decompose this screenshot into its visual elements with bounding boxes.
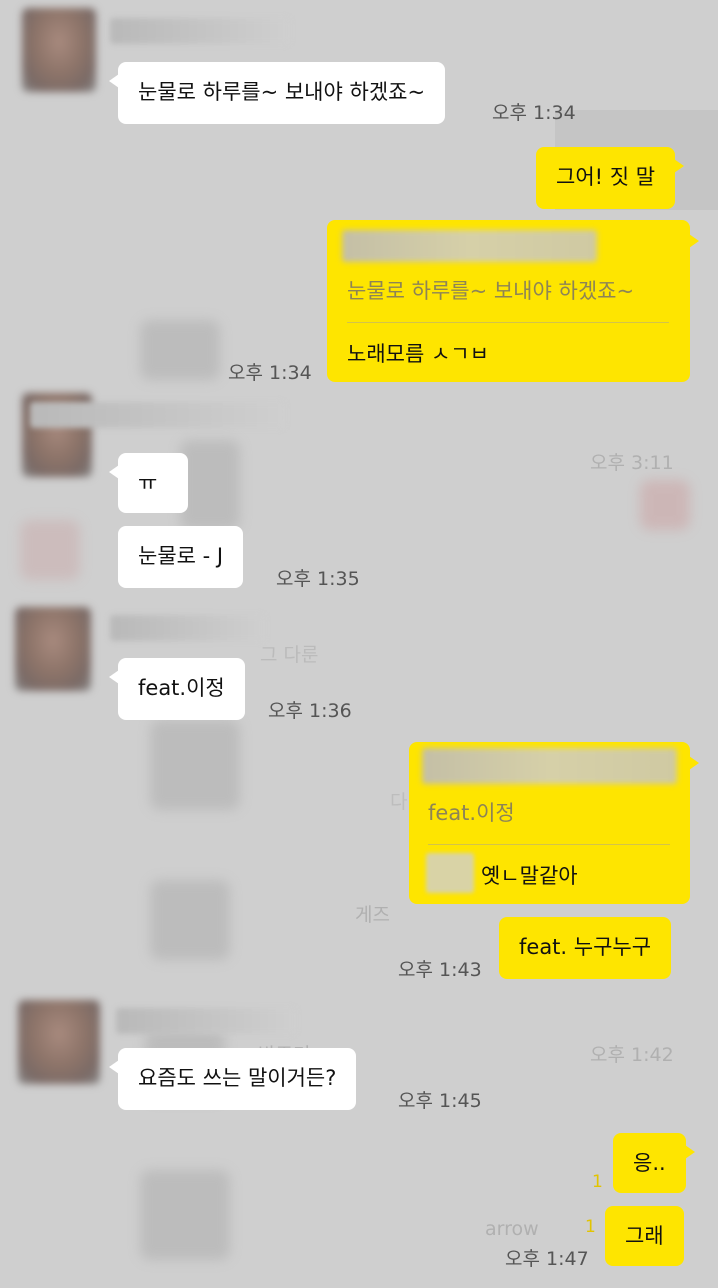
message-time: 오후 1:47	[505, 1248, 589, 1270]
message-bubble[interactable]: 눈물로 하루를~ 보내야 하겠죠~	[108, 62, 446, 124]
unread-count: 1	[592, 1172, 603, 1192]
reply-divider	[347, 322, 669, 323]
my-message-bubble[interactable]: 그어! 짓 말	[536, 147, 685, 209]
background-label-1: 오후 3:11	[590, 452, 674, 474]
background-blur-3	[180, 440, 240, 530]
message-bubble[interactable]: 요즘도 쓰는 말이거든?	[108, 1048, 357, 1110]
reply-message-card[interactable]: 눈물로 하루를~ 보내야 하겠죠~ 노래모름 ㅅㄱㅂ	[327, 220, 699, 382]
message-time: 오후 1:34	[228, 362, 312, 384]
message-time: 오후 1:43	[398, 959, 482, 981]
background-label-5: 게즈	[355, 904, 390, 926]
background-label-2: 오후 1:42	[590, 1044, 674, 1066]
background-blur-5	[150, 880, 230, 960]
quoted-message-text: feat.이정	[428, 801, 515, 825]
message-bubble[interactable]: feat.이정	[109, 658, 245, 720]
avatar[interactable]	[22, 8, 96, 92]
background-label-3: arrow	[485, 1218, 539, 1240]
background-blur-1	[140, 320, 220, 380]
blurred-text	[426, 853, 474, 893]
my-message-bubble[interactable]: 그래	[605, 1206, 684, 1266]
background-blur-7	[140, 1170, 230, 1260]
reply-message-text: 옛ㄴ말같아	[481, 864, 578, 888]
message-bubble[interactable]: ㅠ	[109, 453, 188, 513]
sender-name	[116, 1008, 296, 1034]
reply-message-card[interactable]: feat.이정 옛ㄴ말같아	[409, 742, 699, 904]
unread-count: 1	[585, 1217, 596, 1237]
avatar[interactable]	[18, 1000, 100, 1084]
message-time: 오후 1:34	[492, 102, 576, 124]
sender-name	[30, 402, 285, 428]
background-blur-8	[640, 480, 690, 530]
sender-name	[110, 18, 290, 44]
background-blur-4	[150, 720, 240, 810]
message-time: 오후 1:35	[276, 568, 360, 590]
quoted-message-text: 눈물로 하루를~ 보내야 하겠죠~	[347, 279, 635, 303]
reply-message-text: 노래모름 ㅅㄱㅂ	[347, 342, 489, 366]
background-blur-2	[20, 520, 80, 580]
reply-divider	[428, 844, 670, 845]
message-time: 오후 1:36	[268, 700, 352, 722]
quoted-sender-name	[342, 230, 597, 262]
my-message-bubble[interactable]: 응..	[613, 1133, 695, 1193]
quoted-sender-name	[422, 748, 677, 784]
my-message-bubble[interactable]: feat. 누구누구	[499, 917, 672, 979]
sender-name	[110, 615, 265, 641]
avatar[interactable]	[15, 607, 91, 691]
message-time: 오후 1:45	[398, 1090, 482, 1112]
message-bubble[interactable]: 눈물로 - J	[118, 526, 244, 588]
background-label-7: 그 다룬	[260, 644, 319, 666]
